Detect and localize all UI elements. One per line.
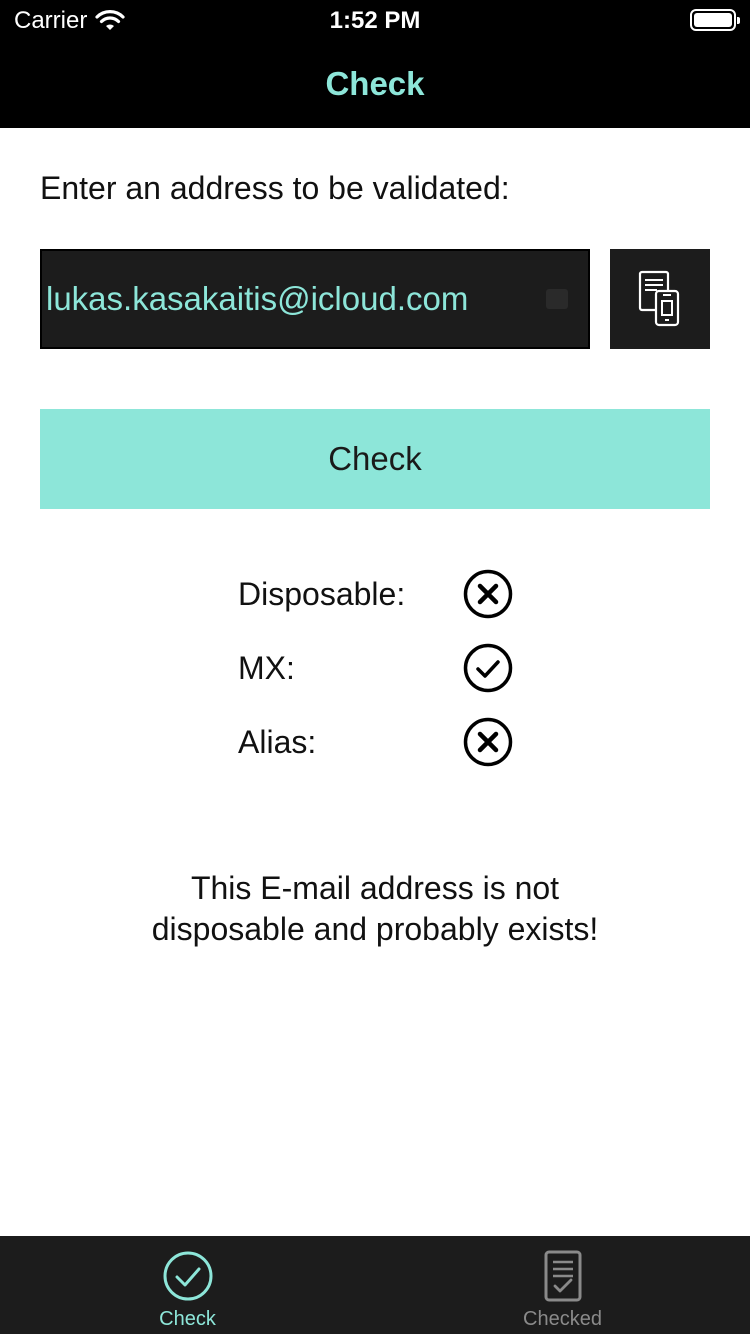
- result-label: MX:: [238, 649, 295, 686]
- paste-from-clipboard-icon: [638, 270, 680, 327]
- x-circle-icon: [463, 569, 513, 619]
- tab-checked[interactable]: Checked: [375, 1236, 750, 1334]
- email-input[interactable]: lukas.kasakaitis@icloud.com: [40, 249, 590, 349]
- result-label: Alias:: [238, 723, 317, 760]
- tab-label: Checked: [523, 1308, 602, 1330]
- autofill-key-icon[interactable]: [546, 289, 568, 309]
- check-circle-icon: [163, 1251, 212, 1301]
- email-value: lukas.kasakaitis@icloud.com: [46, 280, 469, 317]
- result-row-disposable: Disposable:: [238, 564, 538, 624]
- x-circle-icon: [463, 717, 513, 767]
- check-button[interactable]: Check: [40, 409, 710, 509]
- tab-label: Check: [159, 1308, 216, 1330]
- tab-check[interactable]: Check: [0, 1236, 375, 1334]
- email-prompt: Enter an address to be validated:: [40, 170, 510, 206]
- top-bar: Carrier 1:52 PM Check: [0, 0, 750, 128]
- screen: Carrier 1:52 PM Check Enter an address t…: [0, 0, 750, 1334]
- check-circle-icon: [463, 643, 513, 693]
- result-row-mx: MX:: [238, 638, 538, 698]
- result-label: Disposable:: [238, 575, 406, 612]
- status-time: 1:52 PM: [329, 7, 421, 34]
- paste-button[interactable]: [610, 249, 710, 349]
- tab-bar: Check Checked: [0, 1236, 750, 1334]
- checklist-document-icon: [544, 1250, 581, 1302]
- result-row-alias: Alias:: [238, 712, 538, 772]
- battery-icon: [690, 9, 740, 31]
- result-summary: This E-mail address is not disposable an…: [151, 870, 599, 947]
- nav-title: Check: [325, 65, 425, 102]
